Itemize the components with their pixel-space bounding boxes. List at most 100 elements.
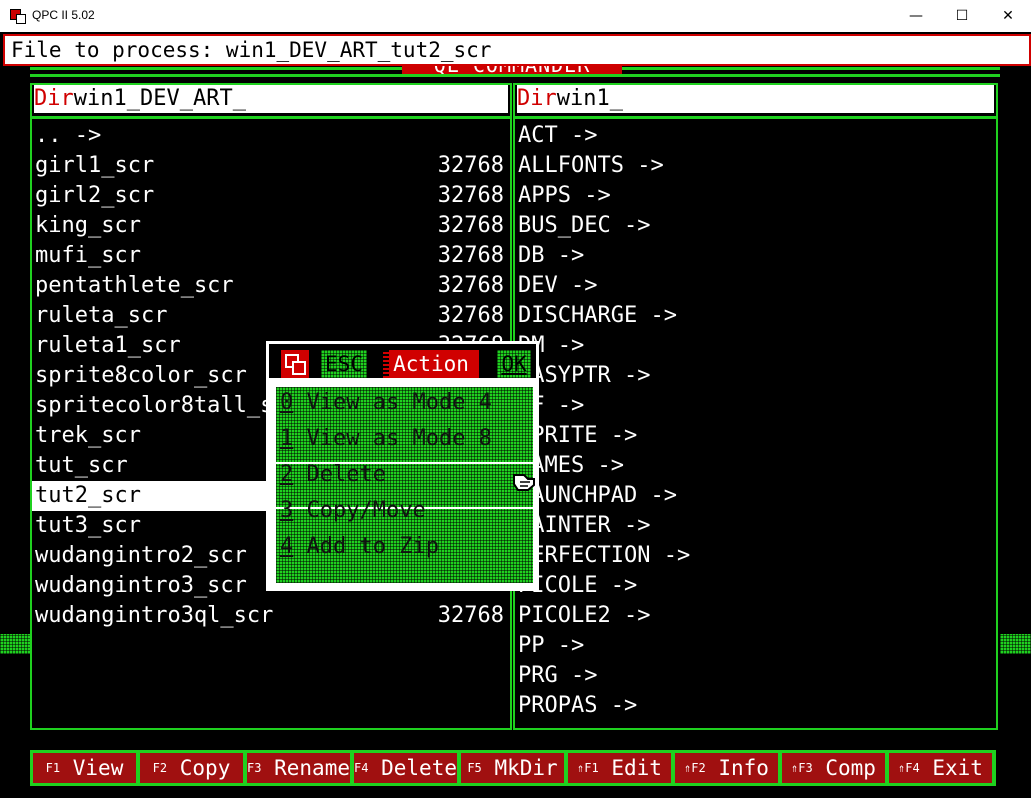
fkey-code: F5 (467, 761, 482, 775)
popup-menu-item[interactable]: 4 Add to Zip (280, 531, 439, 563)
dir-row[interactable]: DISCHARGE -> (515, 301, 996, 331)
fkey-code: F3 (247, 761, 262, 775)
esc-button[interactable]: ESC (321, 350, 367, 378)
file-name: wudangintro3_scr (35, 573, 247, 598)
fkey-code: F1 (45, 761, 61, 775)
menu-item-key: 2 (280, 462, 294, 487)
file-row[interactable]: girl1_scr 32768 (32, 151, 510, 181)
window-move-icon[interactable] (281, 350, 309, 378)
right-path: win1_ (556, 86, 623, 111)
function-key-5[interactable]: F5 MkDir (461, 753, 564, 783)
file-row[interactable]: king_scr 32768 (32, 211, 510, 241)
menu-item-label: Delete (293, 462, 386, 487)
function-key-1[interactable]: F1 View (33, 753, 136, 783)
dir-row[interactable]: EF -> (515, 391, 996, 421)
function-key-3[interactable]: F3 Rename (247, 753, 350, 783)
file-row[interactable]: mufi_scr 32768 (32, 241, 510, 271)
dir-row[interactable]: APPS -> (515, 181, 996, 211)
file-name: spritecolor8tall_scr (35, 393, 300, 418)
dir-row[interactable]: ACT -> (515, 121, 996, 151)
right-panel[interactable]: Dirwin1_ ACT -> ALLFONTS -> APPS -> BUS_DEC… (513, 83, 998, 730)
popup-menu-item[interactable]: 0 View as Mode 4 (280, 387, 492, 419)
close-button[interactable]: ✕ (985, 0, 1031, 32)
fkey-label: Edit (611, 756, 662, 780)
function-key-9[interactable]: ⇑F4 Exit (889, 753, 992, 783)
dir-name: LAUNCHPAD -> (518, 483, 677, 508)
dir-name: ACT -> (518, 123, 598, 148)
fkey-code: ⇑F3 (791, 761, 813, 775)
file-name: mufi_scr (35, 243, 141, 268)
file-name: wudangintro3ql_scr (35, 603, 274, 628)
function-key-4[interactable]: F4 Delete (354, 753, 457, 783)
dir-row[interactable]: PERFECTION -> (515, 541, 996, 571)
function-key-2[interactable]: F2 Copy (140, 753, 243, 783)
function-key-6[interactable]: ⇑F1 Edit (568, 753, 671, 783)
fkey-label: Comp (825, 756, 876, 780)
function-key-7[interactable]: ⇑F2 Info (675, 753, 778, 783)
dir-row[interactable]: DEV -> (515, 271, 996, 301)
popup-menu: 0 View as Mode 4 1 View as Mode 8 2 Delete… (276, 387, 534, 583)
dir-row[interactable]: PP -> (515, 631, 996, 661)
window-titlebar: QPC II 5.02 — ☐ ✕ (0, 0, 1031, 32)
file-row[interactable]: girl2_scr 32768 (32, 181, 510, 211)
dir-name: PROPAS -> (518, 693, 638, 718)
minimize-button[interactable]: — (893, 0, 939, 32)
dir-name: PRG -> (518, 663, 598, 688)
right-path-bar[interactable]: Dirwin1_ (517, 85, 994, 113)
popup-menu-item[interactable]: 1 View as Mode 8 (280, 423, 492, 455)
menu-item-key: 3 (280, 498, 294, 523)
dir-row[interactable]: EASYPTR -> (515, 361, 996, 391)
dir-row[interactable]: ALLFONTS -> (515, 151, 996, 181)
file-name: girl1_scr (35, 153, 155, 178)
dir-row[interactable]: DB -> (515, 241, 996, 271)
side-stripe-left (0, 634, 30, 654)
maximize-button[interactable]: ☐ (939, 0, 985, 32)
dir-row[interactable]: PAINTER -> (515, 511, 996, 541)
ok-button[interactable]: OK (497, 350, 531, 378)
dir-row[interactable]: PICOLE2 -> (515, 601, 996, 631)
function-key-8[interactable]: ⇑F3 Comp (782, 753, 885, 783)
pointer-hand-icon (513, 474, 535, 491)
file-name: trek_scr (35, 423, 141, 448)
file-size: 32768 (437, 243, 504, 268)
file-name: tut3_scr (35, 513, 141, 538)
popup-menu-item[interactable]: 2 Delete (280, 459, 386, 491)
dir-row[interactable]: GAMES -> (515, 451, 996, 481)
dir-row[interactable]: EPRITE -> (515, 421, 996, 451)
menu-item-label: View as Mode 8 (293, 426, 492, 451)
app-icon (10, 9, 26, 24)
popup-menu-item[interactable]: 3 Copy/Move (280, 495, 426, 527)
file-name: wudangintro2_scr (35, 543, 247, 568)
fkey-label: View (72, 756, 124, 780)
file-size: 32768 (437, 153, 504, 178)
left-path-bar[interactable]: Dirwin1_DEV_ART_ (34, 85, 508, 113)
command-line[interactable]: File to process: win1_DEV_ART_tut2_scr (3, 34, 1031, 66)
dir-row[interactable]: PROPAS -> (515, 691, 996, 721)
file-row[interactable]: ruleta_scr 32768 (32, 301, 510, 331)
dir-row[interactable]: LAUNCHPAD -> (515, 481, 996, 511)
menu-item-label: View as Mode 4 (293, 390, 492, 415)
file-name: ruleta_scr (35, 303, 168, 328)
file-size: 32768 (437, 213, 504, 238)
dir-row[interactable]: DM -> (515, 331, 996, 361)
file-name: ruleta1_scr (35, 333, 181, 358)
side-stripe-right (1000, 634, 1031, 654)
file-row[interactable]: wudangintro3ql_scr 32768 (32, 601, 510, 631)
dir-name: DISCHARGE -> (518, 303, 677, 328)
dir-name: DB -> (518, 243, 585, 268)
fkey-code: ⇑F2 (684, 761, 706, 775)
dir-row[interactable]: PRG -> (515, 661, 996, 691)
menu-item-key: 1 (280, 426, 294, 451)
file-name: pentathlete_scr (35, 273, 234, 298)
fkey-code: F4 (354, 761, 369, 775)
action-popup: ESC Action OK 0 View as Mode 4 1 View as … (266, 341, 539, 591)
file-row[interactable]: pentathlete_scr 32768 (32, 271, 510, 301)
dir-row[interactable]: BUS_DEC -> (515, 211, 996, 241)
emulator-screen: QL COMMANDER File to process: win1_DEV_A… (0, 32, 1031, 798)
fkey-code: ⇑F1 (577, 761, 599, 775)
dir-row[interactable]: PICOLE -> (515, 571, 996, 601)
dir-name: BUS_DEC -> (518, 213, 651, 238)
window-title: QPC II 5.02 (32, 8, 95, 22)
left-separator (32, 116, 510, 119)
file-row[interactable]: .. -> (32, 121, 510, 151)
